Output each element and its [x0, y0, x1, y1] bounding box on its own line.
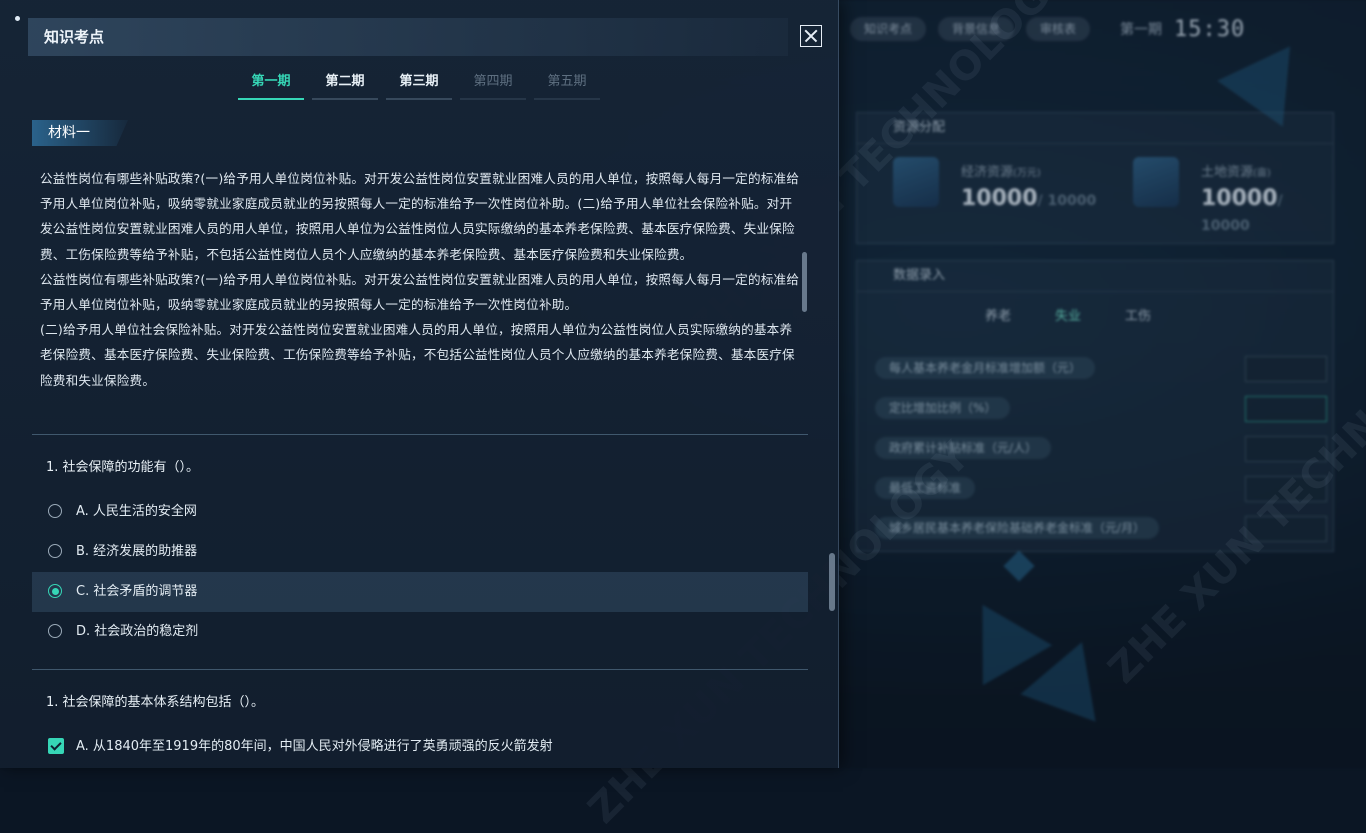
tab-period-5: 第五期 [534, 68, 600, 100]
material-text: 公益性岗位有哪些补贴政策?(一)给予用人单位岗位补贴。对开发公益性岗位安置就业困… [40, 166, 800, 393]
material-paragraph: (二)给予用人单位社会保险补贴。对开发公益性岗位安置就业困难人员的用人单位，按照… [40, 322, 795, 388]
option-label: A. 从1840年至1919年的80年间，中国人民对外侵略进行了英勇顽强的反火箭… [76, 739, 553, 754]
period-tabs: 第一期 第二期 第三期 第四期 第五期 [238, 68, 600, 100]
bg-data-tab: 工伤 [1125, 309, 1152, 324]
option-c[interactable]: C. 社会矛盾的调节器 [32, 572, 808, 612]
material-scrollbar[interactable] [802, 252, 807, 312]
option-a[interactable]: A. 人民生活的安全网 [32, 492, 808, 532]
bg-data-row: 政府累计补贴标准（元/人） [875, 437, 1052, 459]
option-b[interactable]: B. 经济发展的助推器 [32, 532, 808, 572]
bg-data-tab: 失业 [1055, 309, 1082, 324]
option-label: A. 人民生活的安全网 [76, 504, 197, 519]
bg-data-input [1245, 396, 1327, 422]
bg-res-value: 10000 [961, 186, 1038, 211]
option-label: C. 社会矛盾的调节器 [76, 584, 198, 599]
bg-res-total: / 10000 [1037, 193, 1097, 209]
bg-resource-economic: 经济资源(万元) 10000/ 10000 [961, 161, 1096, 211]
bg-data-tabs: 养老 失业 工伤 [985, 305, 1151, 324]
modal-header: 知识考点 [0, 18, 838, 56]
bg-data-title: 数据录入 [857, 261, 1333, 292]
close-icon[interactable] [800, 25, 822, 47]
checkbox-checked[interactable] [48, 738, 64, 754]
bg-res-label: 土地资源 [1201, 165, 1254, 180]
modal-content: 材料一 公益性岗位有哪些补贴政策?(一)给予用人单位岗位补贴。对开发公益性岗位安… [32, 110, 822, 768]
option-label: D. 社会政治的稳定剂 [76, 624, 199, 639]
bg-data-input [1245, 476, 1327, 502]
bg-clock: 15:30 [1174, 16, 1246, 42]
bg-resource-icon [893, 157, 939, 207]
bg-res-unit: (万元) [1013, 168, 1041, 179]
bg-data-panel: 数据录入 养老 失业 工伤 每人基本养老金月标准增加额（元） 定比增加比例（%）… [856, 260, 1334, 552]
modal-title: 知识考点 [44, 28, 105, 46]
radio-button-checked[interactable] [48, 584, 62, 598]
bg-tab-review: 审核表 [1026, 17, 1091, 41]
bg-data-input [1245, 436, 1327, 462]
bg-tab-background: 背景信息 [938, 17, 1015, 41]
bg-data-tab: 养老 [985, 309, 1012, 324]
tab-period-4: 第四期 [460, 68, 526, 100]
bg-data-row: 定比增加比例（%） [875, 397, 1011, 419]
divider [32, 669, 808, 670]
tab-period-2[interactable]: 第二期 [312, 68, 378, 100]
divider [32, 434, 808, 435]
option-d[interactable]: D. 社会政治的稳定剂 [32, 612, 808, 652]
bg-res-value: 10000 [1201, 186, 1278, 211]
bg-resource-panel: 资源分配 经济资源(万元) 10000/ 10000 土地资源(亩) 10000… [856, 112, 1334, 244]
radio-button[interactable] [48, 544, 62, 558]
option-a[interactable]: A. 从1840年至1919年的80年间，中国人民对外侵略进行了英勇顽强的反火箭… [32, 727, 808, 767]
radio-button[interactable] [48, 624, 62, 638]
bg-resource-land: 土地资源(亩) 10000/ 10000 [1201, 161, 1333, 236]
knowledge-modal: 知识考点 第一期 第二期 第三期 第四期 第五期 材料一 公益性岗位有哪些补贴政… [0, 0, 839, 768]
tab-period-1[interactable]: 第一期 [238, 68, 304, 100]
material-title: 材料一 [48, 125, 90, 141]
bg-resource-icon [1133, 157, 1179, 207]
option-label: B. 经济发展的助推器 [76, 544, 198, 559]
tab-period-3[interactable]: 第三期 [386, 68, 452, 100]
bg-data-input [1245, 356, 1327, 382]
material-paragraph: 公益性岗位有哪些补贴政策?(一)给予用人单位岗位补贴。对开发公益性岗位安置就业困… [40, 271, 800, 313]
bg-res-unit: (亩) [1253, 168, 1271, 179]
bg-data-row: 每人基本养老金月标准增加额（元） [875, 357, 1096, 379]
material-paragraph: 公益性岗位有哪些补贴政策?(一)给予用人单位岗位补贴。对开发公益性岗位安置就业困… [40, 171, 800, 262]
bg-tab-knowledge: 知识考点 [850, 17, 927, 41]
bg-data-row: 最低工资标准 [875, 477, 976, 499]
bg-resource-title: 资源分配 [857, 113, 1333, 144]
modal-scrollbar[interactable] [829, 553, 835, 611]
question-title: 1. 社会保障的功能有（）。 [46, 460, 200, 475]
question-title: 1. 社会保障的基本体系结构包括（）。 [46, 695, 265, 710]
bg-data-row: 城乡居民基本养老保险基础养老金标准（元/月） [875, 517, 1160, 539]
bg-deco-diamond [1003, 550, 1035, 582]
header-bar [28, 18, 788, 56]
bg-data-input [1245, 516, 1327, 542]
bg-res-label: 经济资源 [961, 165, 1014, 180]
radio-button[interactable] [48, 504, 62, 518]
bg-period: 第一期 [1120, 22, 1163, 38]
